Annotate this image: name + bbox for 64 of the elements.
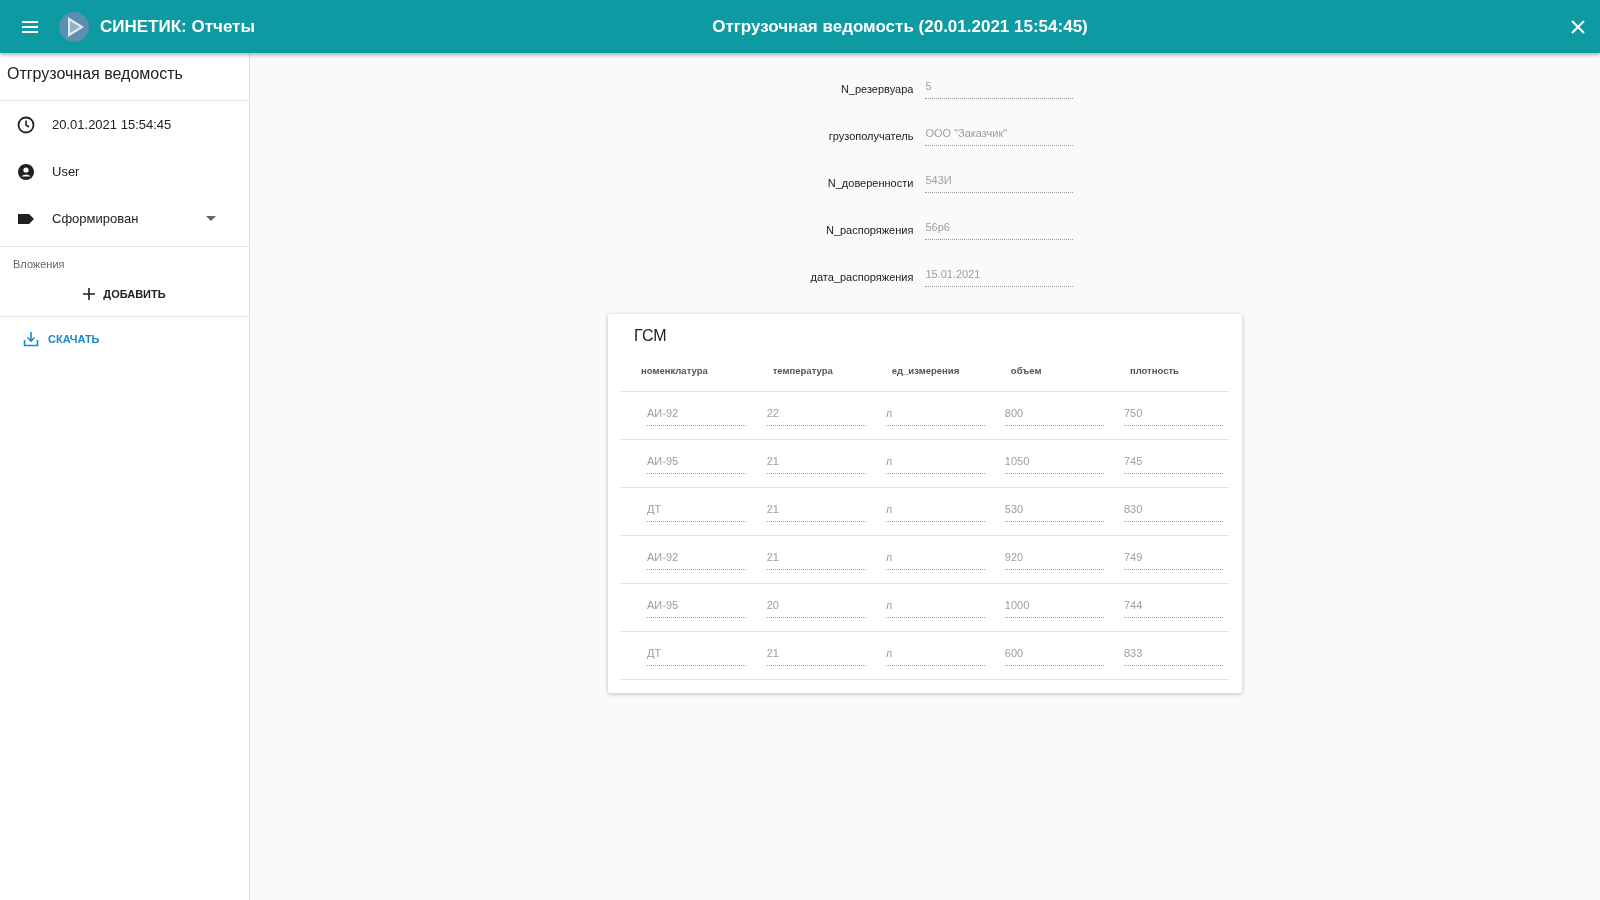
input-field[interactable]: 15.01.2021 <box>925 266 1074 287</box>
cell-input-field[interactable]: л <box>885 549 985 570</box>
cell-input-field[interactable]: АИ-92 <box>647 549 746 570</box>
plus-icon <box>83 288 96 300</box>
user-name: User <box>52 164 80 179</box>
cell-input-field[interactable]: ДТ <box>647 645 746 666</box>
cell-input-field[interactable]: 800 <box>1004 405 1104 426</box>
field-label: N_распоряжения <box>824 224 914 238</box>
cell-input-field[interactable]: 21 <box>766 501 866 522</box>
cell-input-field[interactable]: АИ-92 <box>647 405 746 426</box>
cell-input-field[interactable]: 920 <box>1004 549 1104 570</box>
field-label: дата_распоряжения <box>810 271 914 285</box>
close-icon[interactable] <box>1570 18 1586 35</box>
card-title: ГСМ <box>633 326 668 345</box>
column-header: объем <box>990 365 1110 392</box>
cell-input-field[interactable]: АИ-95 <box>647 597 746 618</box>
clock-icon <box>17 115 35 134</box>
cell-input-field[interactable]: 600 <box>1004 645 1104 666</box>
cell-input-field[interactable]: 21 <box>766 645 866 666</box>
cell-input-field[interactable]: л <box>885 645 985 666</box>
input-field[interactable]: 5 <box>925 78 1074 99</box>
cell-input-field[interactable]: 530 <box>1004 501 1104 522</box>
cell-input-field[interactable]: 750 <box>1123 405 1223 426</box>
sidebar-title: Отгрузочная ведомость <box>0 53 249 101</box>
play-logo-icon <box>58 10 90 43</box>
cell-input-field[interactable]: 830 <box>1123 501 1223 522</box>
field-label: N_доверенности <box>826 177 914 191</box>
input-field[interactable]: 56р6 <box>925 219 1074 240</box>
download-button[interactable]: СКАЧАТЬ <box>21 329 102 349</box>
page-title: Отгрузочная ведомость (20.01.2021 15:54:45) <box>711 16 1089 37</box>
user-icon <box>17 162 35 181</box>
app-title: СИНЕТИК: Отчеты <box>100 16 256 37</box>
field-label: N_резервуара <box>839 83 914 97</box>
column-header: температура <box>752 365 872 392</box>
column-header: ед_измерения <box>871 365 991 392</box>
status-text[interactable]: Сформирован <box>52 211 206 226</box>
column-header: плотность <box>1109 365 1229 392</box>
input-field[interactable]: ООО "Заказчик" <box>925 125 1074 146</box>
cell-input-field[interactable]: 745 <box>1123 453 1223 474</box>
column-header: номенклатура <box>621 365 753 392</box>
cell-input-field[interactable]: 1050 <box>1004 453 1104 474</box>
cell-input-field[interactable]: 21 <box>766 453 866 474</box>
cell-input-field[interactable]: л <box>885 405 985 426</box>
field-label: грузополучатель <box>827 130 914 144</box>
cell-input-field[interactable]: 20 <box>766 597 866 618</box>
add-button[interactable]: ДОБАВИТЬ <box>77 284 172 304</box>
cell-input-field[interactable]: АИ-95 <box>647 453 746 474</box>
cell-input-field[interactable]: 749 <box>1123 549 1223 570</box>
date-text: 20.01.2021 15:54:45 <box>52 117 172 132</box>
cell-input-field[interactable]: ДТ <box>647 501 746 522</box>
input-field[interactable]: 543И <box>925 172 1074 193</box>
cell-input-field[interactable]: 22 <box>766 405 866 426</box>
attachments-label: Вложения <box>13 258 66 270</box>
cell-input-field[interactable]: 744 <box>1123 597 1223 618</box>
download-icon <box>23 331 39 347</box>
cell-input-field[interactable]: л <box>885 597 985 618</box>
cell-input-field[interactable]: 21 <box>766 549 866 570</box>
cell-input-field[interactable]: 1000 <box>1004 597 1104 618</box>
cell-input-field[interactable]: л <box>885 501 985 522</box>
cell-input-field[interactable]: 833 <box>1123 645 1223 666</box>
cell-input-field[interactable]: л <box>885 453 985 474</box>
tag-icon <box>17 211 35 226</box>
dropdown-caret-icon[interactable] <box>206 216 216 221</box>
menu-icon[interactable] <box>20 18 40 35</box>
